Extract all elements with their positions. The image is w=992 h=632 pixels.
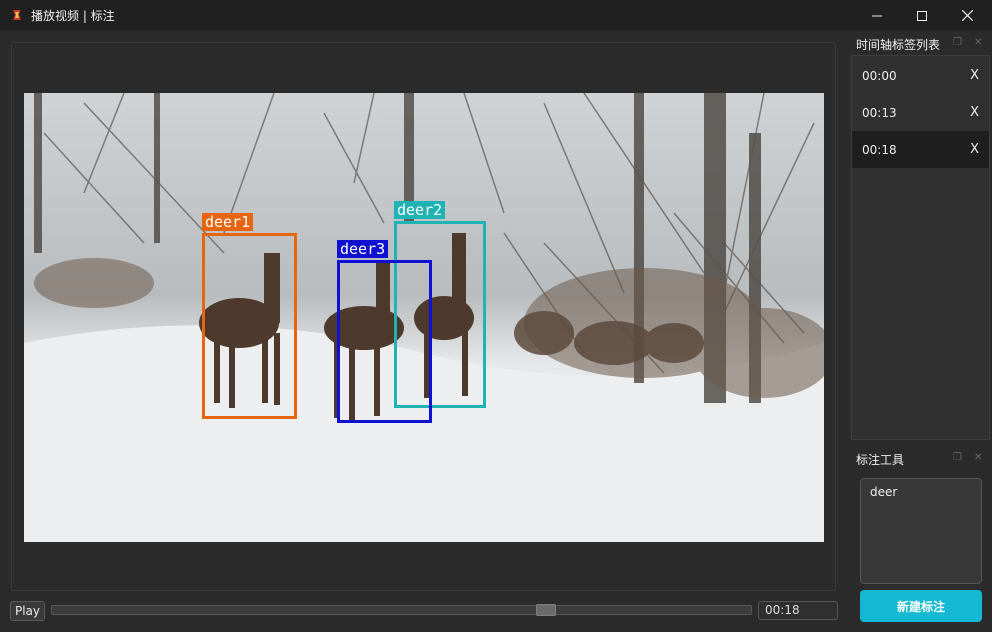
label-text-input[interactable]: deer	[860, 478, 982, 584]
timeline-item-time: 00:13	[862, 105, 897, 120]
timeline-item-remove-button[interactable]: X	[970, 105, 979, 120]
bbox-label-deer2: deer2	[394, 201, 446, 219]
timeline-list: 00:00 X 00:13 X 00:18 X	[851, 55, 990, 440]
seek-slider-handle[interactable]	[536, 604, 556, 616]
close-button[interactable]	[944, 0, 990, 31]
video-view[interactable]: deer1 deer2 deer3	[24, 93, 824, 542]
dock-float-icon[interactable]: ❐	[953, 37, 962, 48]
timeline-item[interactable]: 00:00 X	[852, 57, 989, 94]
seek-slider[interactable]	[51, 604, 752, 616]
timeline-item-time: 00:00	[862, 68, 897, 83]
window-title: 播放视频 | 标注	[31, 9, 115, 23]
app-logo-icon	[13, 10, 21, 20]
bbox-deer1[interactable]	[202, 233, 297, 419]
timeline-item-selected[interactable]: 00:18 X	[852, 131, 989, 168]
maximize-button[interactable]	[899, 0, 945, 31]
close-icon	[961, 10, 973, 21]
dock-close-icon[interactable]: ✕	[974, 452, 982, 463]
minimize-icon	[872, 15, 882, 16]
timeline-item[interactable]: 00:13 X	[852, 94, 989, 131]
dock-close-icon[interactable]: ✕	[974, 37, 982, 48]
dock-float-icon[interactable]: ❐	[953, 452, 962, 463]
tool-dock-title: 标注工具	[856, 453, 905, 467]
bbox-label-deer3: deer3	[337, 240, 389, 258]
timeline-dock-title: 时间轴标签列表	[856, 38, 941, 52]
title-bar: 播放视频 | 标注	[0, 0, 992, 31]
timeline-item-time: 00:18	[862, 142, 897, 157]
bbox-deer3[interactable]	[337, 260, 432, 423]
play-button[interactable]: Play	[10, 601, 45, 621]
new-annotation-button[interactable]: 新建标注	[860, 590, 982, 622]
minimize-button[interactable]	[854, 0, 900, 31]
timeline-item-remove-button[interactable]: X	[970, 142, 979, 157]
maximize-icon	[917, 10, 927, 21]
current-time-display: 00:18	[758, 601, 838, 620]
timeline-item-remove-button[interactable]: X	[970, 68, 979, 83]
bbox-label-deer1: deer1	[202, 213, 254, 231]
